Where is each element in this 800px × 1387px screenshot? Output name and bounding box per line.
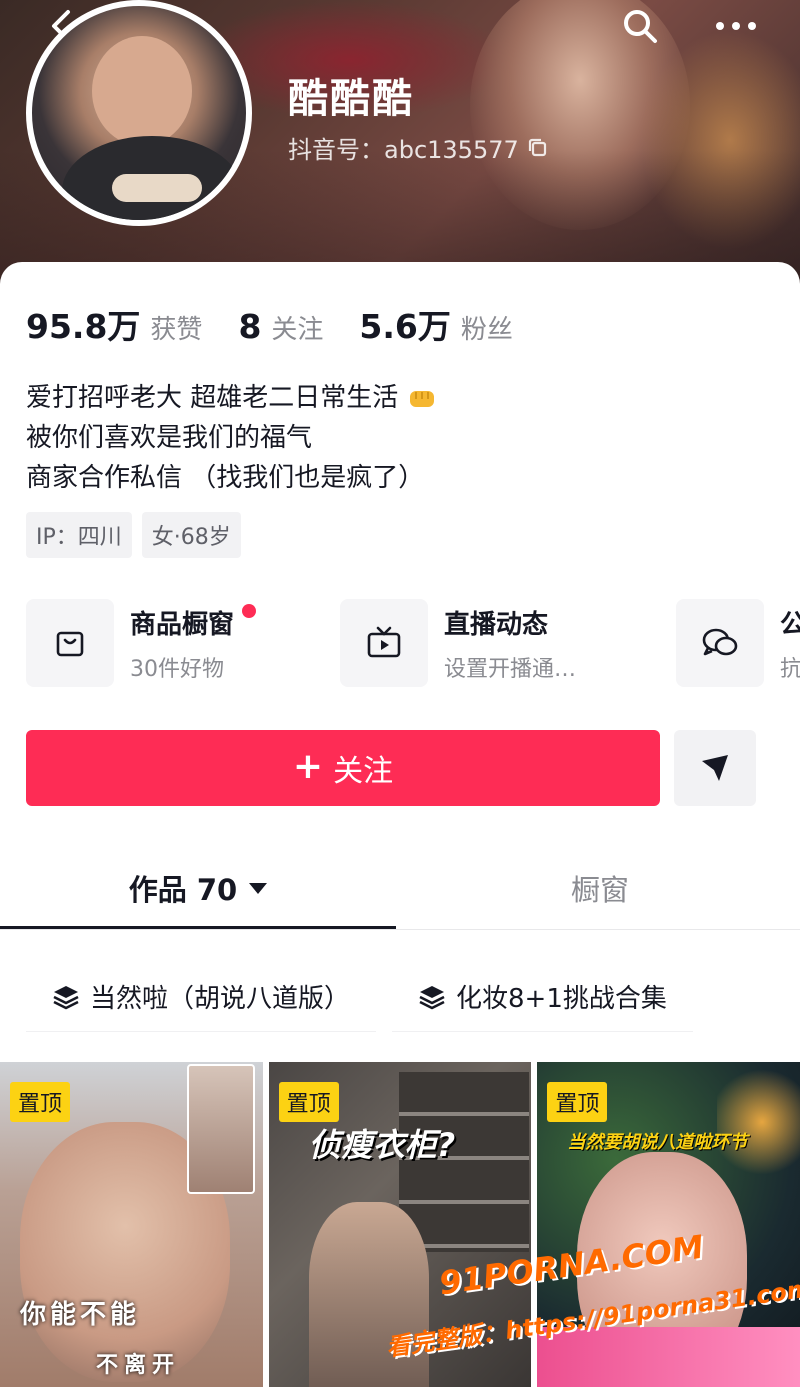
pinned-badge: 置顶	[547, 1082, 608, 1122]
nickname: 酷酷酷	[288, 76, 414, 122]
search-icon	[624, 10, 657, 43]
chat-icon-box	[676, 599, 764, 687]
video-grid: 置顶 你能不能 不离开 置顶 侦瘦衣柜? 置顶 当然要胡说八道啦环节	[0, 1062, 800, 1387]
video-title: 当然要胡说八道啦环节	[567, 1132, 748, 1153]
video-thumbnail[interactable]: 置顶 当然要胡说八道啦环节	[537, 1062, 800, 1387]
tab-divider	[0, 929, 800, 930]
stat-label: 关注	[271, 315, 324, 345]
pinned-badge: 置顶	[278, 1082, 339, 1122]
thumbnail-image	[308, 1202, 429, 1387]
thumbnail-image	[717, 1062, 800, 1182]
shopping-bag-icon	[56, 631, 84, 657]
shop-text: 商品橱窗 30件好物	[130, 603, 257, 683]
avatar-shirt-print	[112, 174, 202, 202]
plus-icon: +	[292, 745, 324, 787]
group-chat-title: 公	[780, 609, 800, 640]
live-text: 直播动态 设置开播通…	[444, 604, 576, 683]
group-chat-entry[interactable]: 公 抗	[676, 598, 800, 688]
follow-button[interactable]: + 关注	[26, 730, 660, 806]
gender-age-tag: 女·68岁	[141, 512, 241, 558]
stat-label: 获赞	[150, 315, 203, 345]
search-button[interactable]	[620, 6, 660, 46]
bio: 爱打招呼老大 超雄老二日常生活 被你们喜欢是我们的福气 商家合作私信 （找我们也…	[26, 378, 437, 498]
stat-value: 8	[238, 307, 262, 346]
video-thumbnail[interactable]: 置顶 侦瘦衣柜?	[268, 1062, 532, 1387]
more-dots-icon	[716, 22, 756, 30]
pinned-badge: 置顶	[10, 1082, 71, 1122]
bio-line-3: 商家合作私信 （找我们也是疯了）	[26, 463, 425, 493]
share-button[interactable]	[674, 730, 756, 806]
stat-label: 粉丝	[460, 315, 513, 345]
bio-line-1: 爱打招呼老大 超雄老二日常生活	[26, 378, 437, 418]
profile-tags: IP：四川 女·68岁	[26, 512, 241, 558]
live-title: 直播动态	[444, 609, 549, 640]
profile-tabs: 作品 70 橱窗	[0, 850, 800, 930]
shop-icon-box	[26, 599, 114, 687]
collections-row: 当然啦（胡说八道版） 化妆8+1挑战合集	[26, 962, 800, 1032]
tab-works-label: 作品 70	[128, 873, 238, 907]
collection-chip[interactable]: 化妆8+1挑战合集	[392, 962, 693, 1032]
video-thumbnail[interactable]: 置顶 你能不能 不离开	[0, 1062, 263, 1387]
avatar-face	[92, 36, 192, 146]
services-row: 商品橱窗 30件好物 直播动态 设置开播通… 公 抗	[26, 598, 800, 688]
avatar[interactable]	[26, 0, 252, 226]
collection-chip[interactable]: 当然啦（胡说八道版）	[26, 962, 377, 1032]
send-arrow-icon	[702, 755, 728, 781]
video-title: 侦瘦衣柜?	[308, 1126, 456, 1164]
shop-title-text: 商品橱窗	[130, 609, 235, 640]
more-button[interactable]	[712, 8, 760, 44]
tab-showcase[interactable]: 橱窗	[400, 850, 800, 926]
stats-row: 95.8万 获赞 8 关注 5.6万 粉丝	[26, 300, 549, 348]
live-icon-box	[340, 599, 428, 687]
bio-line-1-text: 爱打招呼老大 超雄老二日常生活	[26, 383, 399, 413]
bio-line-2: 被你们喜欢是我们的福气	[26, 423, 313, 453]
shop-subtitle: 30件好物	[130, 656, 224, 682]
stat-value: 5.6万	[359, 307, 451, 346]
group-chat-text: 公 抗	[780, 604, 800, 683]
douyin-id-text: 抖音号：abc135577	[288, 136, 519, 164]
fist-emoji-icon	[409, 390, 434, 407]
stat-followers[interactable]: 5.6万 粉丝	[359, 300, 512, 348]
follow-label: 关注	[333, 754, 394, 789]
collection-label: 化妆8+1挑战合集	[456, 984, 667, 1014]
stat-following[interactable]: 8 关注	[238, 307, 323, 346]
caret-down-icon[interactable]	[249, 882, 268, 894]
shop-showcase-entry[interactable]: 商品橱窗 30件好物	[26, 598, 257, 688]
tab-showcase-label: 橱窗	[570, 873, 629, 907]
shop-title: 商品橱窗	[130, 603, 257, 641]
tab-works[interactable]: 作品 70	[0, 850, 396, 926]
thumbnail-sticker	[537, 1327, 800, 1387]
chat-bubbles-icon	[702, 628, 738, 656]
stat-likes[interactable]: 95.8万 获赞	[26, 300, 202, 348]
stat-value: 95.8万	[26, 307, 141, 346]
notification-dot	[242, 603, 257, 618]
live-subtitle: 设置开播通…	[444, 656, 577, 682]
douyin-id[interactable]: 抖音号：abc135577	[288, 130, 549, 165]
video-caption: 你能不能	[20, 1300, 141, 1330]
live-entry[interactable]: 直播动态 设置开播通…	[340, 598, 576, 688]
video-caption: 不离开	[96, 1353, 181, 1378]
ip-tag: IP：四川	[26, 512, 132, 558]
group-chat-subtitle: 抗	[780, 656, 800, 682]
thumbnail-inset-image	[186, 1064, 255, 1194]
layers-icon	[419, 985, 445, 1009]
copy-icon[interactable]	[527, 137, 549, 159]
collection-label: 当然啦（胡说八道版）	[90, 984, 351, 1014]
layers-icon	[53, 985, 79, 1009]
tv-play-icon	[367, 626, 401, 658]
